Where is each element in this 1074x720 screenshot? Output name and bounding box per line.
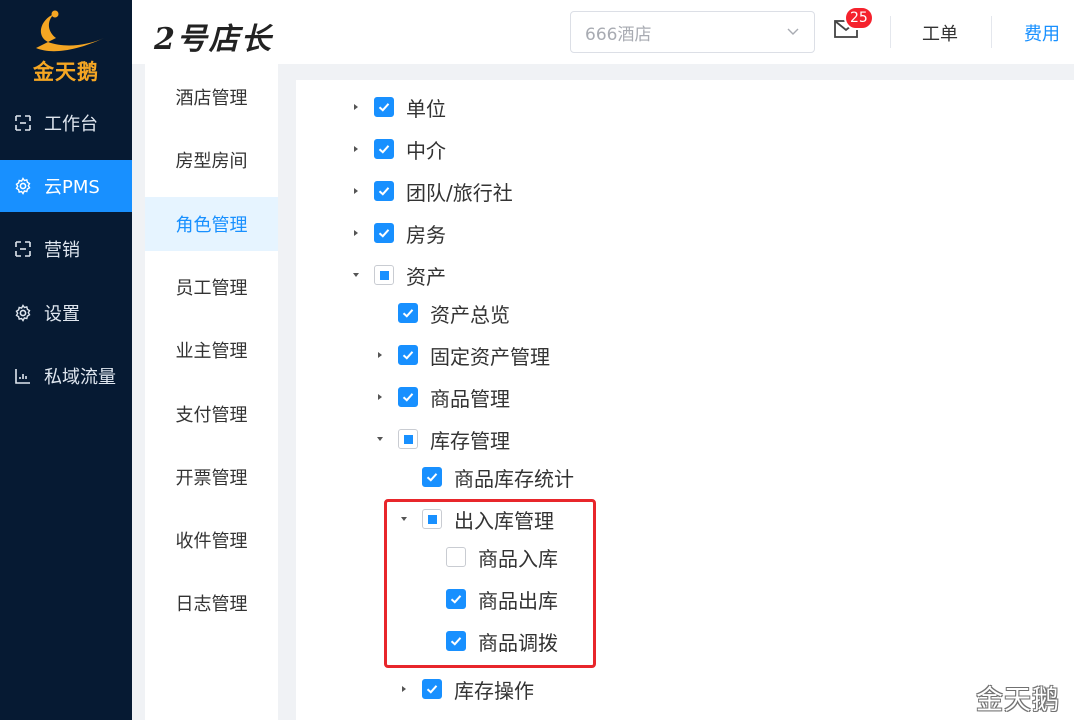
- submenu-item-4[interactable]: 业主管理: [145, 323, 278, 377]
- nav-item-label: 工作台: [44, 114, 98, 135]
- logo-text: 金天鹅: [33, 60, 99, 84]
- tree-checkbox[interactable]: [374, 223, 394, 243]
- submenu-item-5[interactable]: 支付管理: [145, 387, 278, 441]
- hotel-select-value: 666酒店: [585, 24, 652, 45]
- nav-item-1[interactable]: 云PMS: [0, 160, 132, 212]
- caret-right-icon[interactable]: [398, 683, 410, 695]
- tree-checkbox[interactable]: [422, 467, 442, 487]
- nav-item-label: 私域流量: [44, 367, 116, 388]
- tree-node-label: 库存操作: [454, 678, 534, 703]
- tree-node-label: 固定资产管理: [430, 344, 550, 369]
- notification-badge: 25: [844, 6, 874, 30]
- tree-checkbox[interactable]: [374, 97, 394, 117]
- submenu-item-0[interactable]: 酒店管理: [145, 70, 278, 124]
- tree-node[interactable]: 资产总览: [374, 298, 510, 328]
- tree-checkbox[interactable]: [398, 429, 418, 449]
- tree-node-label: 资产总览: [430, 302, 510, 327]
- watermark: 金天鹅: [976, 685, 1060, 716]
- tree-node[interactable]: 单位: [350, 92, 446, 122]
- tree-node[interactable]: 中介: [350, 134, 446, 164]
- tree-node-label: 商品库存统计: [454, 466, 574, 491]
- tree-node[interactable]: 商品管理: [374, 382, 510, 412]
- tree-node-label: 中介: [406, 138, 446, 163]
- caret-right-icon[interactable]: [350, 185, 362, 197]
- tree-node-label: 资产: [406, 264, 446, 289]
- tree-node[interactable]: 库存管理: [374, 424, 510, 454]
- tree-node[interactable]: 库存操作: [398, 674, 534, 704]
- nav-item-0[interactable]: 工作台: [0, 97, 132, 149]
- submenu-item-8[interactable]: 日志管理: [145, 576, 278, 630]
- chart-icon: [12, 365, 34, 387]
- nav-item-label: 营销: [44, 240, 80, 261]
- tree-node[interactable]: 房务: [350, 218, 446, 248]
- chevron-down-icon: [787, 28, 799, 35]
- tree-node[interactable]: 商品库存统计: [398, 462, 574, 492]
- gear-icon: [12, 302, 34, 324]
- hotel-select[interactable]: 666酒店: [570, 11, 815, 53]
- caret-right-icon[interactable]: [374, 391, 386, 403]
- settings-submenu: 酒店管理房型房间角色管理员工管理业主管理支付管理开票管理收件管理日志管理: [145, 64, 278, 720]
- submenu-item-2[interactable]: 角色管理: [145, 196, 278, 251]
- marketing-icon: [12, 238, 34, 260]
- tree-checkbox[interactable]: [374, 139, 394, 159]
- tree-checkbox[interactable]: [374, 181, 394, 201]
- divider: [890, 16, 891, 48]
- nav-item-4[interactable]: 私域流量: [0, 350, 132, 402]
- caret-right-icon[interactable]: [350, 143, 362, 155]
- tree-checkbox[interactable]: [422, 679, 442, 699]
- nav-item-label: 设置: [44, 304, 80, 325]
- gear-icon: [12, 175, 34, 197]
- tree-node-label: 团队/旅行社: [406, 180, 513, 205]
- tree-checkbox[interactable]: [398, 345, 418, 365]
- highlight-box: [384, 499, 596, 668]
- nav-item-2[interactable]: 营销: [0, 223, 132, 275]
- tree-node-label: 库存管理: [430, 428, 510, 453]
- tree-checkbox[interactable]: [398, 303, 418, 323]
- caret-right-icon[interactable]: [350, 101, 362, 113]
- submenu-item-3[interactable]: 员工管理: [145, 260, 278, 314]
- ticket-link[interactable]: 工单: [922, 20, 958, 46]
- tree-checkbox[interactable]: [374, 265, 394, 285]
- tree-node-label: 房务: [406, 222, 446, 247]
- nav-item-3[interactable]: 设置: [0, 287, 132, 339]
- tree-node[interactable]: 资产: [350, 260, 446, 290]
- caret-right-icon[interactable]: [374, 349, 386, 361]
- submenu-item-6[interactable]: 开票管理: [145, 450, 278, 504]
- tree-checkbox[interactable]: [398, 387, 418, 407]
- caret-down-icon[interactable]: [374, 433, 386, 445]
- tree-node-label: 商品管理: [430, 386, 510, 411]
- swan-logo-icon: [36, 10, 104, 52]
- submenu-item-7[interactable]: 收件管理: [145, 513, 278, 567]
- caret-down-icon[interactable]: [350, 269, 362, 281]
- divider: [991, 16, 992, 48]
- top-header: 2号店长 666酒店 25 工单 费用: [132, 0, 1074, 64]
- submenu-item-1[interactable]: 房型房间: [145, 133, 278, 187]
- tree-node[interactable]: 固定资产管理: [374, 340, 550, 370]
- tree-node[interactable]: 团队/旅行社: [350, 176, 513, 206]
- logo: 金天鹅: [0, 0, 132, 90]
- brand-title: 2号店长: [154, 22, 273, 57]
- workbench-icon: [12, 112, 34, 134]
- fee-link[interactable]: 费用: [1024, 20, 1060, 46]
- caret-right-icon[interactable]: [350, 227, 362, 239]
- nav-item-label: 云PMS: [44, 177, 100, 198]
- tree-node-label: 单位: [406, 96, 446, 121]
